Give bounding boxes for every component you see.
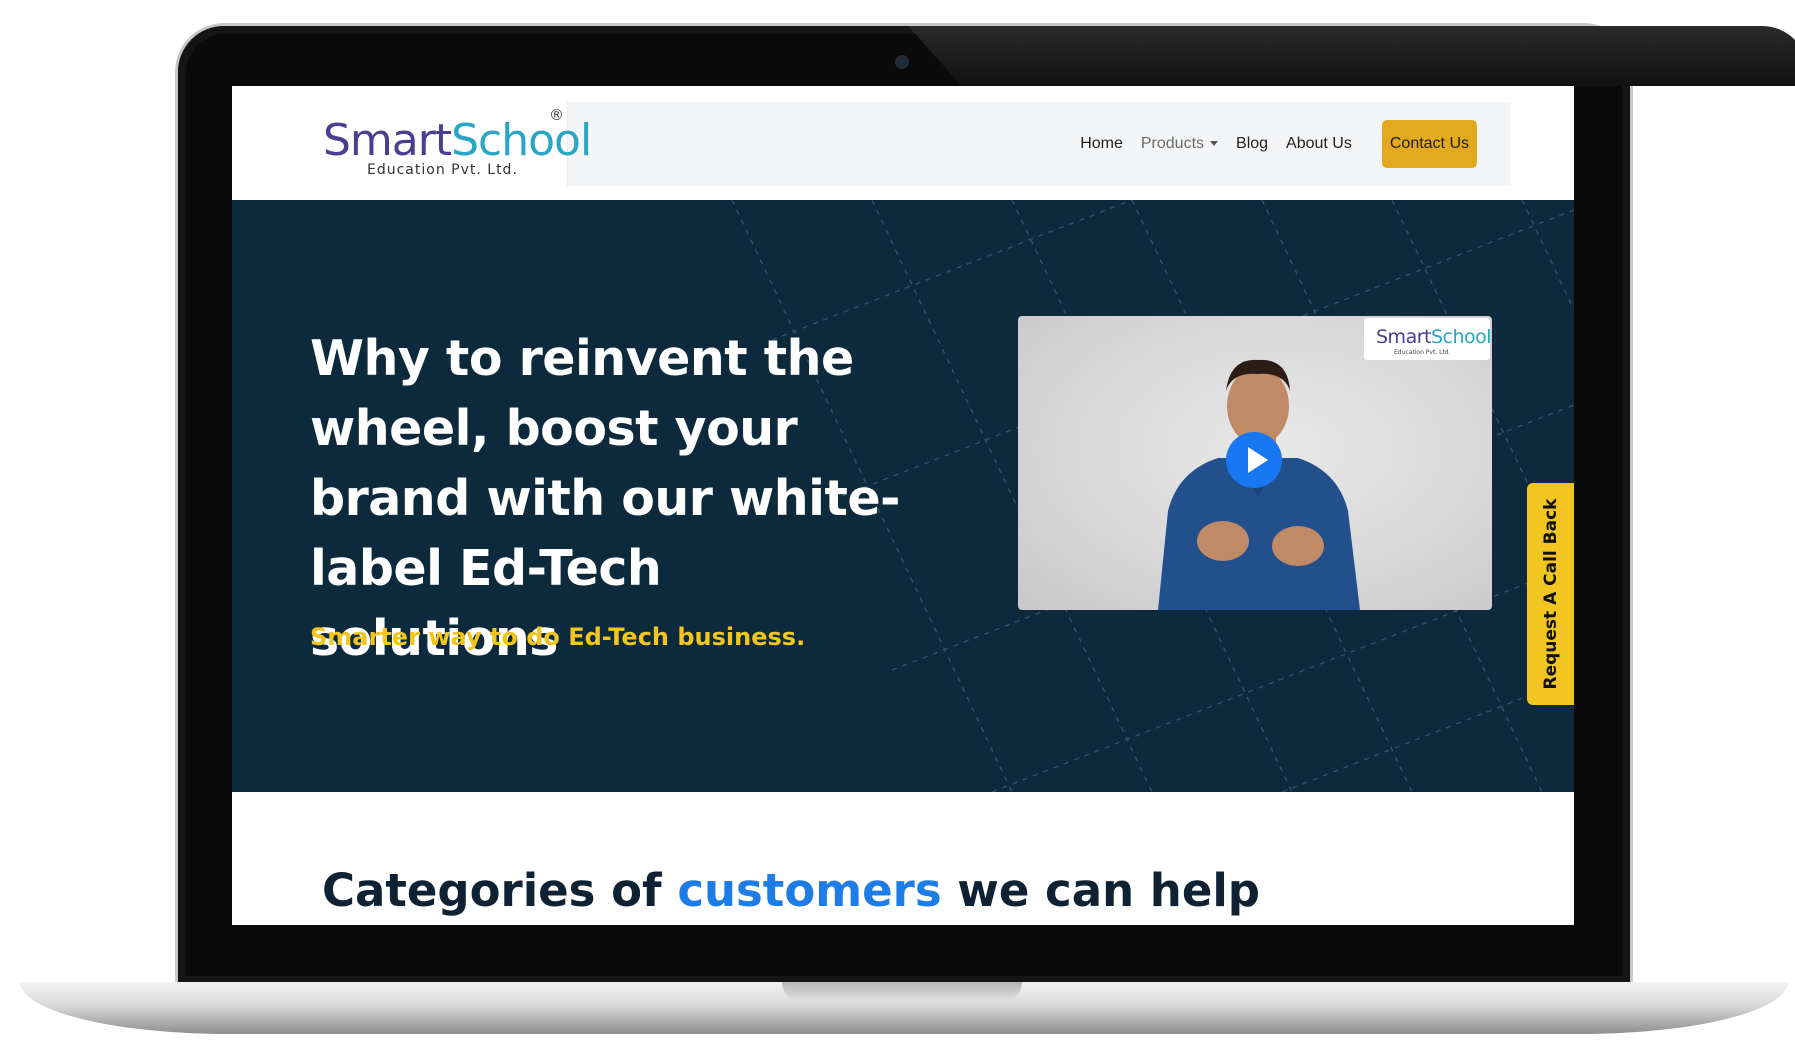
browser-screen: SmartSchool ® Education Pvt. Ltd. Home P… (232, 86, 1574, 925)
hero-subtitle: Smarter way to do Ed-Tech business. (310, 623, 806, 651)
video-logo-brand-a: Smart (1376, 326, 1431, 348)
video-logo-subtitle: Education Pvt. Ltd. (1394, 349, 1451, 356)
nav-links: Home Products Blog About Us Contact Us (1062, 102, 1511, 186)
caret-down-icon (1210, 141, 1219, 147)
logo-subtitle: Education Pvt. Ltd. (367, 162, 518, 178)
video-logo-brand-b: School (1430, 326, 1492, 348)
bezel-reflection (908, 26, 1795, 86)
logo-brand-b: School (451, 115, 592, 166)
laptop-notch (782, 982, 1022, 1002)
intro-video[interactable]: SmartSchool Education Pvt. Ltd. (1018, 316, 1492, 610)
smartschool-logo[interactable]: SmartSchool ® Education Pvt. Ltd. (305, 102, 592, 186)
registered-mark: ® (549, 106, 564, 124)
contact-us-button[interactable]: Contact Us (1381, 120, 1477, 168)
camera-icon (897, 57, 907, 67)
request-call-back-label: Request A Call Back (1540, 498, 1561, 690)
video-logo-wordmark: SmartSchool (1376, 326, 1492, 348)
navbar: SmartSchool ® Education Pvt. Ltd. Home P… (305, 102, 1511, 186)
request-call-back-tab[interactable]: Request A Call Back (1527, 483, 1574, 705)
hero-title: Why to reinvent the wheel, boost your br… (310, 330, 900, 667)
categories-heading-part1: Categories of (322, 864, 678, 917)
categories-heading-highlight: customers (677, 864, 942, 917)
video-watermark-logo: SmartSchool Education Pvt. Ltd. (1364, 318, 1492, 360)
logo-brand-a: Smart (323, 115, 452, 166)
hero-section: Why to reinvent the wheel, boost your br… (232, 200, 1574, 792)
play-icon[interactable] (1226, 432, 1282, 488)
nav-products-label: Products (1140, 135, 1205, 152)
nav-blog[interactable]: Blog (1236, 135, 1268, 153)
nav-about-us[interactable]: About Us (1286, 135, 1352, 153)
nav-products[interactable]: Products (1140, 135, 1219, 153)
categories-heading: Categories of customers we can help (322, 864, 1260, 917)
nav-home[interactable]: Home (1080, 135, 1123, 153)
categories-heading-part2: we can help (941, 864, 1260, 917)
